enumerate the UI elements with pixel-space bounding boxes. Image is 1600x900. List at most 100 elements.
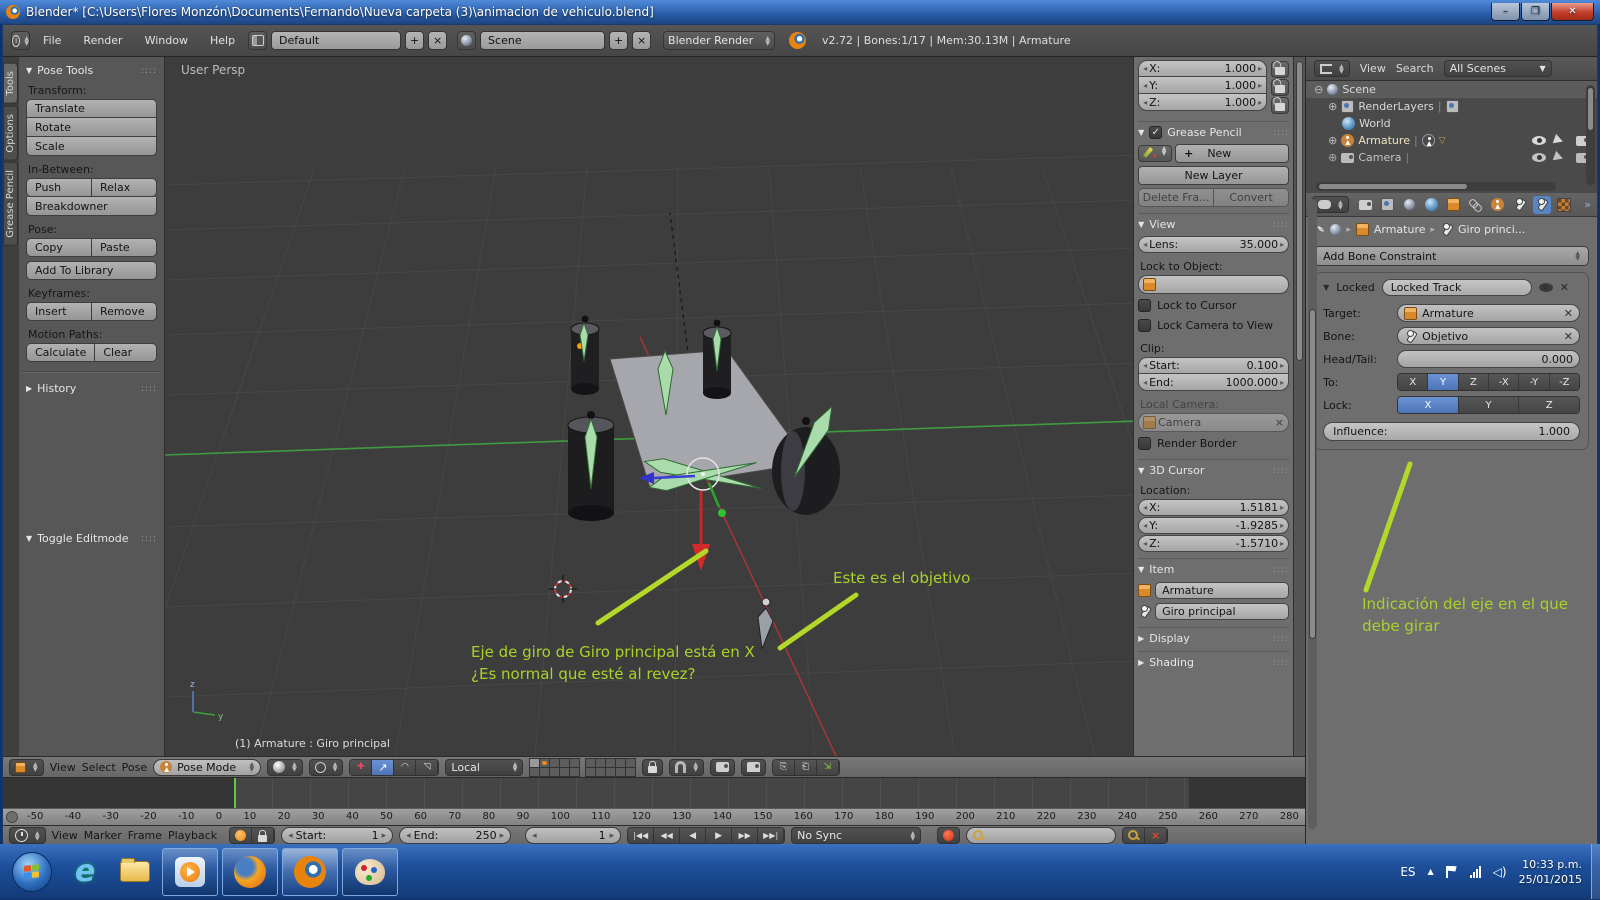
lock-camera-checkbox[interactable] [1138,319,1151,332]
show-desktop-button[interactable] [1591,844,1600,899]
scene-field[interactable]: Scene [480,31,605,50]
convert-button[interactable]: Convert [1213,188,1289,207]
breadcrumb-armature[interactable]: Armature [1374,223,1426,236]
menu-tl-marker[interactable]: Marker [84,829,122,842]
target-field[interactable]: Armature✕ [1397,304,1580,322]
expand-icon[interactable]: ⊕ [1328,151,1337,164]
scale-button[interactable]: Scale [26,137,157,156]
start-button[interactable] [12,852,52,892]
outliner-row-renderlayers[interactable]: ⊕RenderLayers| [1306,98,1597,115]
to-negz-button[interactable]: -Z [1550,374,1579,390]
collapse-icon[interactable]: ▼ [1323,283,1329,292]
paste-flipped-icon-button[interactable]: ⇲ [817,760,839,775]
current-frame-playhead[interactable] [234,778,236,809]
clear-icon[interactable]: ✕ [1564,307,1573,320]
paste-pose-button[interactable]: Paste [91,238,157,257]
grease-pencil-data-button[interactable]: ▲▼ [1138,145,1172,162]
cursor-z-field[interactable]: ◂Z:-1.5710▸ [1138,535,1289,552]
volume-icon[interactable]: ◁) [1493,865,1507,879]
constraint-eye-icon[interactable] [1539,283,1553,292]
scale-z-field[interactable]: ◂Z:1.000▸ [1138,94,1267,111]
copy-pose-button[interactable]: Copy [26,238,91,257]
menu-tl-view[interactable]: View [52,829,78,842]
auto-keyframe-button[interactable] [230,828,252,843]
breakdowner-button[interactable]: Breakdowner [26,197,157,216]
snap-toggle[interactable]: ▲▼ [669,759,704,776]
outliner-vscrollbar[interactable] [1586,85,1595,185]
editor-type-select[interactable]: ▲▼ [9,759,44,776]
new-layer-button[interactable]: New Layer [1138,166,1289,185]
to-negy-button[interactable]: -Y [1519,374,1549,390]
jump-to-end-button[interactable]: ▶▶| [758,828,784,843]
screen-layout-icon-button[interactable] [248,31,267,50]
taskbar-firefox[interactable] [222,848,278,896]
play-reverse-button[interactable]: ◀ [680,828,706,843]
keyingset-lock-button[interactable] [252,828,274,843]
taskbar-paint[interactable] [342,848,398,896]
tab-grease-pencil[interactable]: Grease Pencil [3,162,18,246]
menu-pose[interactable]: Pose [122,761,147,774]
action-center-flag-icon[interactable] [1446,866,1458,878]
lock-y-button[interactable]: Y [1459,397,1520,413]
grease-pencil-checkbox[interactable]: ✓ [1149,126,1162,139]
paste-pose-icon-button[interactable]: ⎗ [795,760,817,775]
lock-z-toggle[interactable] [1271,97,1289,114]
prev-keyframe-button[interactable]: ◀◀ [654,828,680,843]
tab-object[interactable] [1445,196,1463,214]
manipulator-toggle-button[interactable]: ✚ [350,760,372,775]
corner-resize-icon[interactable]: » [1584,198,1591,211]
lens-field[interactable]: ◂Lens:35.000▸ [1138,236,1289,253]
to-negx-button[interactable]: -X [1489,374,1519,390]
menu-out-view[interactable]: View [1360,62,1386,75]
taskbar-explorer[interactable] [112,849,158,895]
rotate-manipulator-button[interactable]: ◠ [394,760,416,775]
lock-to-scene-toggle[interactable] [642,759,663,776]
cursor-y-field[interactable]: ◂Y:-1.9285▸ [1138,517,1289,534]
selectability-icon[interactable] [1553,150,1570,164]
lock-x-toggle[interactable] [1271,61,1289,78]
scene-icon-button[interactable] [457,31,476,50]
keying-set-field[interactable] [966,827,1116,844]
scale-x-field[interactable]: ◂X:1.000▸ [1138,60,1267,77]
breadcrumb-bone[interactable]: Giro princi... [1458,223,1525,236]
tab-render[interactable] [1357,196,1375,214]
taskbar-internet-explorer[interactable]: e [62,849,108,895]
menu-file[interactable]: File [34,34,70,47]
mode-select[interactable]: Pose Mode▲▼ [153,759,261,776]
tab-world[interactable] [1423,196,1441,214]
properties-scrollbar[interactable] [1308,199,1317,829]
add-layout-button[interactable]: + [405,31,424,50]
tab-armature-data[interactable] [1489,196,1507,214]
screen-layout-field[interactable]: Default [271,31,401,50]
add-scene-button[interactable]: + [609,31,628,50]
clear-icon[interactable]: × [1275,416,1284,429]
add-bone-constraint-button[interactable]: Add Bone Constraint▲▼ [1314,246,1589,266]
history-panel-header[interactable]: ▶History:::: [26,382,157,395]
outliner-row-scene[interactable]: ⊖Scene [1306,81,1597,98]
toggle-editmode-panel-header[interactable]: ▼Toggle Editmode:::: [26,532,157,545]
timeline-editor-select[interactable]: ▲▼ [9,827,46,844]
to-y-button[interactable]: Y [1428,374,1458,390]
translate-button[interactable]: Translate [26,99,157,118]
menu-render[interactable]: Render [74,34,131,47]
tab-constraints[interactable] [1467,196,1485,214]
grease-pencil-panel-header[interactable]: ▼✓Grease Pencil:::: [1138,121,1289,139]
close-button[interactable]: ✕ [1551,3,1594,21]
record-button[interactable] [937,827,960,844]
collapse-icon[interactable]: ⊖ [1314,83,1323,96]
layers-widget[interactable] [529,758,636,777]
properties-editor-select[interactable]: ▲▼ [1312,196,1349,213]
item-object-field[interactable]: Armature [1155,582,1289,599]
delete-frame-button[interactable]: Delete Fra... [1138,188,1213,207]
insert-keyframe-button[interactable]: Insert [26,302,91,321]
menu-tl-playback[interactable]: Playback [168,829,217,842]
selectability-icon[interactable] [1553,133,1570,147]
tab-bone[interactable] [1511,196,1529,214]
menu-view[interactable]: View [50,761,76,774]
delete-keyframe-icon-button[interactable]: × [1145,828,1167,843]
clock[interactable]: 10:33 p.m. 25/01/2015 [1519,857,1582,887]
timeline-ruler[interactable]: -50-40-30-20-100102030405060708090100110… [3,808,1305,825]
bone-field[interactable]: Objetivo✕ [1397,327,1580,345]
editor-type-button[interactable]: i▲▼ [11,31,30,50]
frame-start-field[interactable]: ◂Start:1▸ [281,827,393,844]
